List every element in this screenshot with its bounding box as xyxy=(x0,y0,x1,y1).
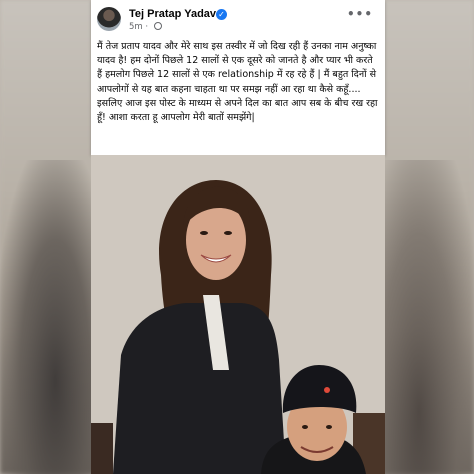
post-text: मैं तेज प्रताप यादव और मेरे साथ इस तस्वी… xyxy=(97,41,378,124)
verified-icon: ✓ xyxy=(216,9,227,20)
post-meta: 5m · xyxy=(129,22,162,32)
post-time[interactable]: 5m xyxy=(129,22,143,32)
photo-illustration xyxy=(91,155,385,474)
author-name[interactable]: Tej Pratap Yadav xyxy=(129,8,216,20)
facebook-post-card: Tej Pratap Yadav ✓ 5m · ••• मैं तेज प्रत… xyxy=(91,0,385,155)
post-header: Tej Pratap Yadav ✓ 5m · ••• xyxy=(97,5,379,33)
globe-icon xyxy=(153,22,162,30)
avatar[interactable] xyxy=(97,7,121,31)
background-blur-right xyxy=(382,160,474,474)
more-options-button[interactable]: ••• xyxy=(347,7,373,21)
post-photo[interactable] xyxy=(91,155,385,474)
background-blur-left xyxy=(0,160,92,474)
